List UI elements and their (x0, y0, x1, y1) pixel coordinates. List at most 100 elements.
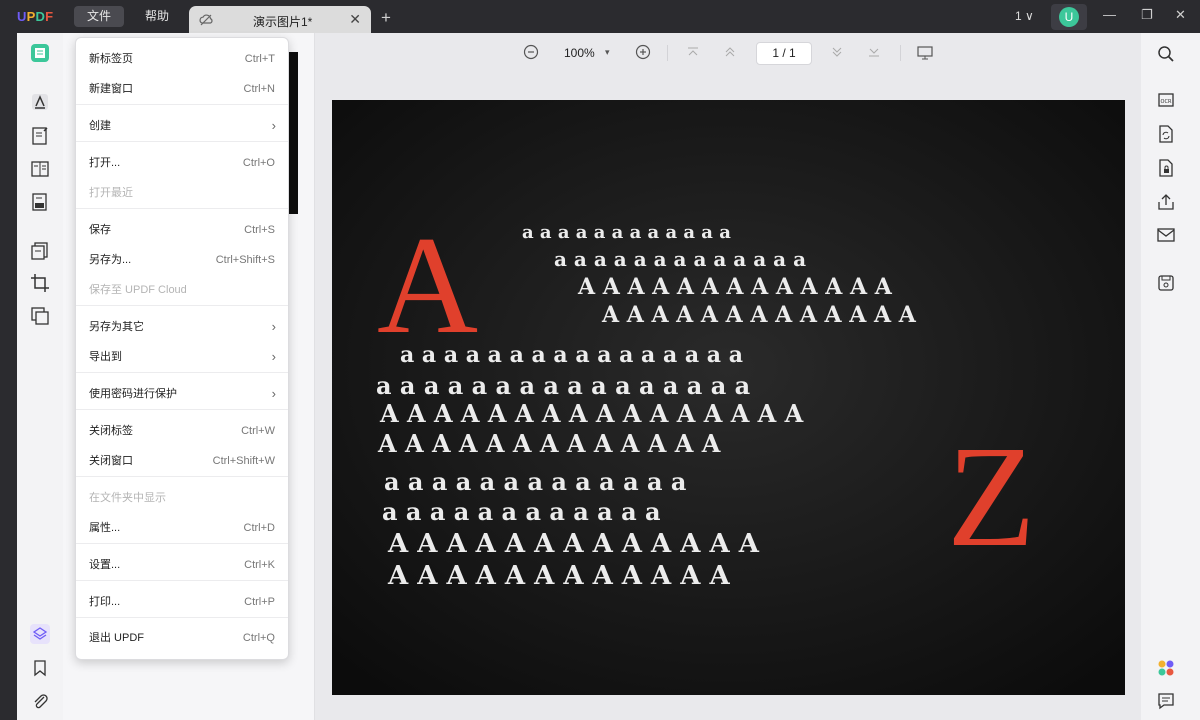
account-button[interactable]: U (1051, 4, 1087, 30)
document-tab[interactable]: 演示图片1* ✕ (189, 6, 371, 34)
comments-list-icon[interactable] (1156, 691, 1176, 711)
open-recent-item: 打开最近 (76, 178, 288, 208)
prev-page-icon[interactable] (724, 46, 736, 61)
letter-row: A A A A A A A A A A A A A (377, 429, 721, 458)
menu-item-shortcut: Ctrl+S (244, 224, 275, 236)
menu-item-shortcut: Ctrl+O (242, 157, 275, 169)
chevron-right-icon: › (271, 349, 276, 364)
chevron-right-icon: › (271, 386, 276, 401)
presentation-icon[interactable] (917, 45, 933, 64)
print-item[interactable]: 打印... Ctrl+P (76, 587, 288, 617)
share-icon[interactable] (1156, 192, 1176, 212)
new-window-item[interactable]: 新建窗口 Ctrl+N (76, 74, 288, 104)
avatar: U (1059, 7, 1079, 27)
crop-icon[interactable] (30, 273, 50, 293)
menu-file[interactable]: 文件 (74, 6, 125, 27)
chevron-right-icon: › (271, 118, 276, 133)
close-window-item[interactable]: 关闭窗口 Ctrl+Shift+W (76, 446, 288, 476)
open-item[interactable]: 打开... Ctrl+O (76, 148, 288, 178)
zoom-in-icon[interactable] (635, 44, 651, 63)
ai-assistant-icon[interactable] (1156, 658, 1176, 678)
window-count-dropdown[interactable]: 1 ∨ (1015, 9, 1034, 23)
letter-row: A A A A A A A A A A A A A A A A (379, 399, 804, 428)
close-window-button[interactable]: ✕ (1175, 7, 1186, 23)
page-thumbnail[interactable] (289, 52, 298, 214)
save-as-item[interactable]: 另存为... Ctrl+Shift+S (76, 245, 288, 275)
menu-divider (76, 208, 288, 209)
properties-item[interactable]: 属性... Ctrl+D (76, 513, 288, 543)
menu-divider (76, 409, 288, 410)
menu-divider (76, 372, 288, 373)
close-tab-item[interactable]: 关闭标签 Ctrl+W (76, 416, 288, 446)
attachment-icon[interactable] (30, 691, 50, 711)
tools-icon[interactable] (30, 306, 50, 326)
menu-item-label: 保存至 UPDF Cloud (89, 284, 187, 296)
menu-divider (76, 617, 288, 618)
last-page-icon[interactable] (868, 46, 880, 61)
toolbar-divider (900, 45, 901, 61)
save-as-other-item[interactable]: 另存为其它 › (76, 312, 288, 342)
tab-title: 演示图片1* (253, 15, 313, 29)
quit-item[interactable]: 退出 UPDF Ctrl+Q (76, 623, 288, 653)
menu-item-shortcut: Ctrl+P (244, 596, 275, 608)
updf-logo: UPDF (17, 9, 54, 24)
reader-icon[interactable] (30, 43, 50, 63)
menu-item-shortcut: Ctrl+Shift+S (215, 254, 275, 266)
menu-item-label: 创建 (89, 120, 111, 132)
minimize-button[interactable]: — (1103, 7, 1116, 22)
page-view-icon[interactable] (30, 159, 50, 179)
new-tab-button[interactable]: + (381, 8, 391, 28)
export-to-item[interactable]: 导出到 › (76, 342, 288, 372)
title-bar: UPDF 文件 帮助 演示图片1* ✕ + 1 ∨ U — ❐ ✕ (0, 0, 1200, 34)
ocr-icon[interactable]: OCR (1156, 90, 1176, 110)
edit-pdf-icon[interactable] (30, 126, 50, 146)
organize-pages-icon[interactable] (30, 241, 50, 261)
menu-item-label: 新标签页 (89, 53, 133, 65)
letter-row: A A A A A A A A A A A A A (601, 302, 917, 328)
search-icon[interactable] (1156, 44, 1176, 64)
menu-item-label: 打印... (89, 596, 121, 608)
zoom-out-icon[interactable] (523, 44, 539, 63)
create-item[interactable]: 创建 › (76, 111, 288, 141)
menu-item-shortcut: Ctrl+N (243, 83, 275, 95)
menu-item-shortcut: Ctrl+K (244, 559, 275, 571)
next-page-icon[interactable] (831, 46, 843, 61)
menu-divider (76, 104, 288, 105)
zoom-level[interactable]: 100% (564, 46, 595, 60)
first-page-icon[interactable] (687, 46, 699, 61)
menu-divider (76, 305, 288, 306)
maximize-button[interactable]: ❐ (1141, 7, 1153, 23)
left-toolbar (17, 33, 63, 720)
tab-close-icon[interactable]: ✕ (349, 11, 361, 28)
letter-row: a a a a a a a a a a a a (382, 497, 661, 526)
protect-with-password-item[interactable]: 使用密码进行保护 › (76, 379, 288, 409)
layers-icon[interactable] (30, 624, 50, 644)
new-tab-item[interactable]: 新标签页 Ctrl+T (76, 44, 288, 74)
menu-item-shortcut: Ctrl+D (243, 522, 275, 534)
menu-item-label: 导出到 (89, 351, 122, 363)
save-item[interactable]: 保存 Ctrl+S (76, 215, 288, 245)
form-icon[interactable] (30, 192, 50, 212)
menu-item-shortcut: Ctrl+Shift+W (212, 455, 275, 467)
letter-row: a a a a a a a a a a a a a (554, 247, 806, 271)
menu-help[interactable]: 帮助 (132, 6, 182, 27)
menu-item-label: 新建窗口 (89, 83, 133, 95)
file-menu: 新标签页 Ctrl+T 新建窗口 Ctrl+N 创建 › 打开... Ctrl+O 打开最近保存… (75, 37, 289, 660)
email-icon[interactable] (1156, 225, 1176, 245)
save-icon[interactable] (1156, 273, 1176, 293)
menu-item-label: 退出 UPDF (89, 632, 144, 644)
letter-row: A A A A A A A A A A A A (387, 561, 730, 591)
big-letter-a: A (377, 208, 478, 363)
protect-icon[interactable] (1156, 158, 1176, 178)
page-number-input[interactable]: 1 / 1 (756, 42, 812, 65)
convert-icon[interactable] (1156, 124, 1176, 144)
menu-item-label: 使用密码进行保护 (89, 388, 177, 400)
bookmark-icon[interactable] (30, 658, 50, 678)
settings-item[interactable]: 设置... Ctrl+K (76, 550, 288, 580)
zoom-dropdown-icon[interactable]: ▾ (605, 47, 610, 58)
menu-divider (76, 580, 288, 581)
menu-item-label: 设置... (89, 559, 121, 571)
menu-item-label: 打开... (89, 157, 121, 169)
comment-icon[interactable] (30, 92, 50, 112)
page-image: a a a a a a a a a a a a a a a a a a a a a… (332, 100, 1125, 695)
